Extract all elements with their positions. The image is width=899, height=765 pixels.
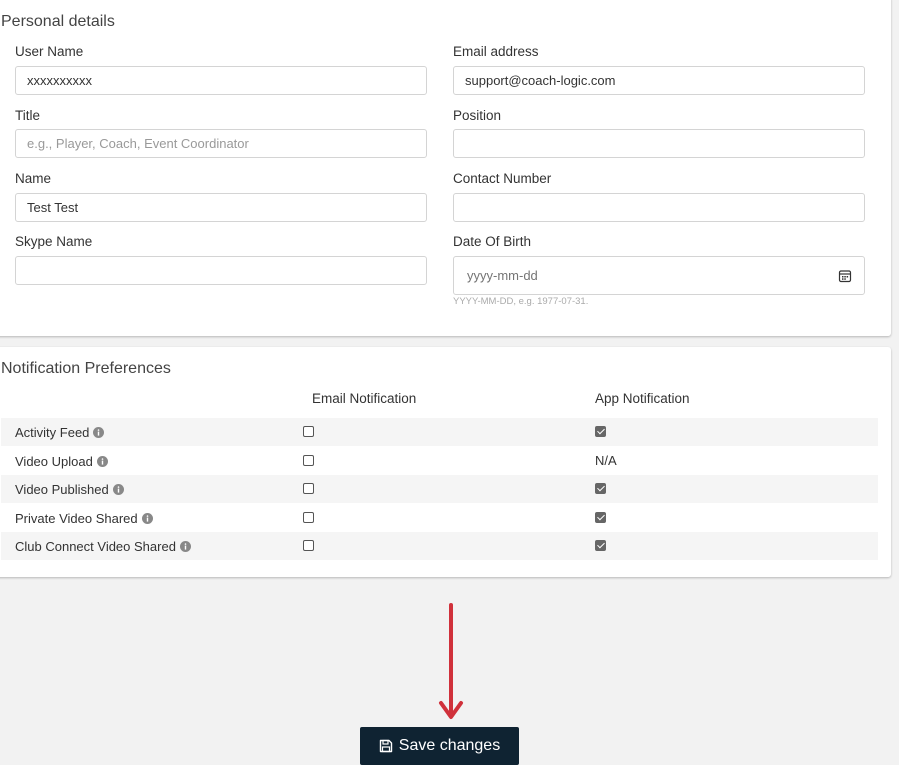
personal-details-card: Personal details User Name Email address… <box>0 0 891 336</box>
email-notification-checkbox[interactable] <box>303 540 314 551</box>
user-name-label: User Name <box>15 44 84 59</box>
info-icon[interactable] <box>141 513 153 524</box>
info-icon[interactable] <box>96 456 108 467</box>
notification-row: Club Connect Video Shared <box>1 532 878 560</box>
save-changes-label: Save changes <box>398 737 501 754</box>
date-of-birth-input[interactable] <box>454 257 864 294</box>
title-label: Title <box>15 108 41 123</box>
app-notification-checkbox[interactable] <box>595 483 606 494</box>
date-of-birth-field[interactable] <box>453 256 865 295</box>
notification-row-label: Video Published <box>15 482 124 497</box>
name-input[interactable] <box>15 193 427 222</box>
notification-preferences-title: Notification Preferences <box>1 360 171 377</box>
user-name-input[interactable] <box>15 66 427 95</box>
name-label: Name <box>15 171 52 186</box>
notification-row-text: Club Connect Video Shared <box>15 539 176 554</box>
notification-row: Activity Feed <box>1 418 878 446</box>
email-notification-checkbox[interactable] <box>303 483 314 494</box>
contact-number-label: Contact Number <box>453 171 552 186</box>
email-input[interactable] <box>453 66 865 95</box>
notification-row: Private Video Shared <box>1 504 878 532</box>
app-notification-header: App Notification <box>595 391 690 406</box>
skype-name-input[interactable] <box>15 256 427 285</box>
info-icon[interactable] <box>93 427 105 438</box>
save-changes-button[interactable]: Save changes <box>360 727 519 765</box>
skype-name-label: Skype Name <box>15 234 93 249</box>
app-notification-checkbox[interactable] <box>595 512 606 523</box>
calendar-icon[interactable] <box>838 269 852 283</box>
date-of-birth-hint: YYYY-MM-DD, e.g. 1977-07-31. <box>453 296 589 307</box>
contact-number-input[interactable] <box>453 193 865 222</box>
down-arrow-icon <box>439 603 463 719</box>
notification-row-text: Activity Feed <box>15 425 90 440</box>
app-notification-checkbox[interactable] <box>595 426 606 437</box>
app-notification-checkbox[interactable] <box>595 540 606 551</box>
email-label: Email address <box>453 44 539 59</box>
notification-row: Video Published <box>1 475 878 503</box>
notification-row-label: Private Video Shared <box>15 511 153 526</box>
personal-details-title: Personal details <box>1 13 115 30</box>
notification-row-text: Video Upload <box>15 454 93 469</box>
email-notification-checkbox[interactable] <box>303 426 314 437</box>
position-label: Position <box>453 108 502 123</box>
notification-row-label: Video Upload <box>15 454 108 469</box>
info-icon[interactable] <box>112 484 124 495</box>
notification-row: Video Upload N/A <box>1 447 878 475</box>
date-of-birth-label: Date Of Birth <box>453 234 532 249</box>
notification-row-label: Club Connect Video Shared <box>15 539 191 554</box>
email-notification-header: Email Notification <box>312 391 417 406</box>
notification-preferences-card: Notification Preferences Email Notificat… <box>0 347 891 577</box>
email-notification-checkbox[interactable] <box>303 455 314 466</box>
notification-row-label: Activity Feed <box>15 425 105 440</box>
title-input[interactable] <box>15 129 427 158</box>
position-input[interactable] <box>453 129 865 158</box>
floppy-disk-icon <box>379 739 392 753</box>
notification-row-text: Video Published <box>15 482 109 497</box>
app-notification-na: N/A <box>595 453 617 468</box>
notification-row-text: Private Video Shared <box>15 511 138 526</box>
email-notification-checkbox[interactable] <box>303 512 314 523</box>
info-icon[interactable] <box>179 541 191 552</box>
